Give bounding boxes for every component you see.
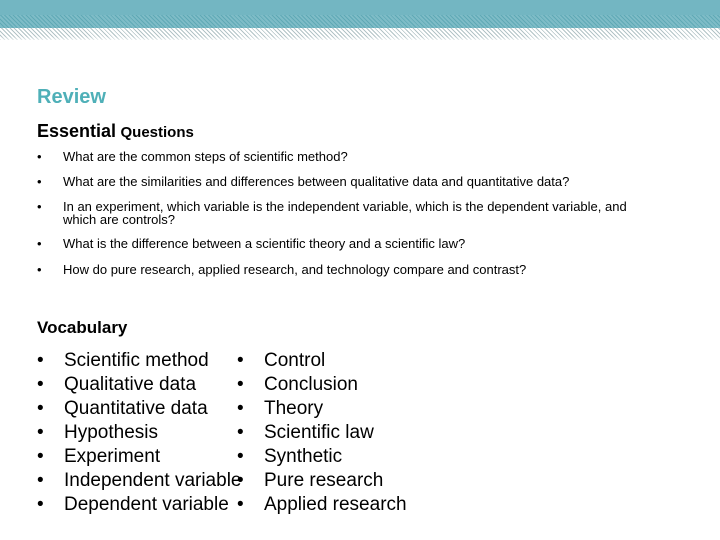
bullet: • bbox=[37, 149, 42, 164]
question-text: What is the difference between a scienti… bbox=[63, 236, 466, 251]
question-text: In an experiment, which variable is the … bbox=[63, 199, 627, 227]
header-band bbox=[0, 0, 720, 15]
question-item: • In an experiment, which variable is th… bbox=[37, 200, 643, 226]
vocab-term: Conclusion bbox=[264, 374, 358, 395]
vocab-term: Dependent variable bbox=[64, 494, 229, 515]
vocab-term: Applied research bbox=[264, 494, 407, 515]
question-item: • What is the difference between a scien… bbox=[37, 237, 703, 250]
bullet: • bbox=[237, 374, 244, 395]
vocab-item: • Experiment bbox=[37, 445, 241, 469]
vocab-item: • Dependent variable bbox=[37, 493, 241, 517]
bullet: • bbox=[37, 398, 44, 419]
bullet: • bbox=[37, 350, 44, 371]
bullet: • bbox=[37, 470, 44, 491]
vocab-term: Quantitative data bbox=[64, 398, 208, 419]
vocab-item: • Pure research bbox=[237, 469, 407, 493]
bullet: • bbox=[237, 398, 244, 419]
header-fade bbox=[0, 36, 720, 42]
question-text: What are the similarities and difference… bbox=[63, 174, 570, 189]
vocab-item: • Quantitative data bbox=[37, 397, 241, 421]
vocab-item: • Hypothesis bbox=[37, 421, 241, 445]
question-text: How do pure research, applied research, … bbox=[63, 262, 527, 277]
vocab-item: • Scientific method bbox=[37, 349, 241, 373]
vocab-term: Theory bbox=[264, 398, 324, 419]
vocab-item: • Theory bbox=[237, 397, 407, 421]
subtitle-essential: Essential bbox=[37, 121, 117, 141]
vocab-term: Independent variable bbox=[64, 470, 242, 491]
bullet: • bbox=[37, 262, 42, 277]
vocab-item: • Independent variable bbox=[37, 469, 241, 493]
question-item: • How do pure research, applied research… bbox=[37, 263, 703, 276]
bullet: • bbox=[37, 236, 42, 251]
vocab-term: Scientific method bbox=[64, 350, 209, 371]
vocab-term: Hypothesis bbox=[64, 422, 158, 443]
vocab-item: • Qualitative data bbox=[37, 373, 241, 397]
vocabulary-heading: Vocabulary bbox=[37, 318, 128, 337]
bullet: • bbox=[237, 470, 244, 491]
slide-subtitle: Essential Questions bbox=[37, 121, 194, 142]
question-text: What are the common steps of scientific … bbox=[63, 149, 348, 164]
question-item: • What are the similarities and differen… bbox=[37, 175, 703, 188]
vocab-term: Control bbox=[264, 350, 326, 371]
slide-title: Review bbox=[37, 86, 106, 108]
vocab-term: Experiment bbox=[64, 446, 161, 467]
vocab-item: • Applied research bbox=[237, 493, 407, 517]
vocab-term: Qualitative data bbox=[64, 374, 197, 395]
vocab-item: • Synthetic bbox=[237, 445, 407, 469]
vocab-term: Pure research bbox=[264, 470, 384, 491]
vocabulary-list-left: • Scientific method • Qualitative data • Qu… bbox=[37, 349, 241, 517]
vocabulary-list-right: • Control • Conclusion • Theory • Scientific… bbox=[237, 349, 407, 517]
bullet: • bbox=[37, 374, 44, 395]
header-stripe-teal bbox=[0, 15, 720, 28]
vocab-item: • Control bbox=[237, 349, 407, 373]
vocab-term: Scientific law bbox=[264, 422, 374, 443]
bullet: • bbox=[237, 350, 244, 371]
bullet: • bbox=[37, 422, 44, 443]
question-item: • What are the common steps of scientifi… bbox=[37, 150, 703, 163]
subtitle-questions: Questions bbox=[120, 124, 194, 141]
vocab-term: Synthetic bbox=[264, 446, 343, 467]
bullet: • bbox=[37, 494, 44, 515]
vocab-item: • Conclusion bbox=[237, 373, 407, 397]
bullet: • bbox=[237, 446, 244, 467]
vocab-item: • Scientific law bbox=[237, 421, 407, 445]
bullet: • bbox=[237, 494, 244, 515]
bullet: • bbox=[37, 199, 42, 214]
bullet: • bbox=[37, 174, 42, 189]
bullet: • bbox=[237, 422, 244, 443]
bullet: • bbox=[37, 446, 44, 467]
